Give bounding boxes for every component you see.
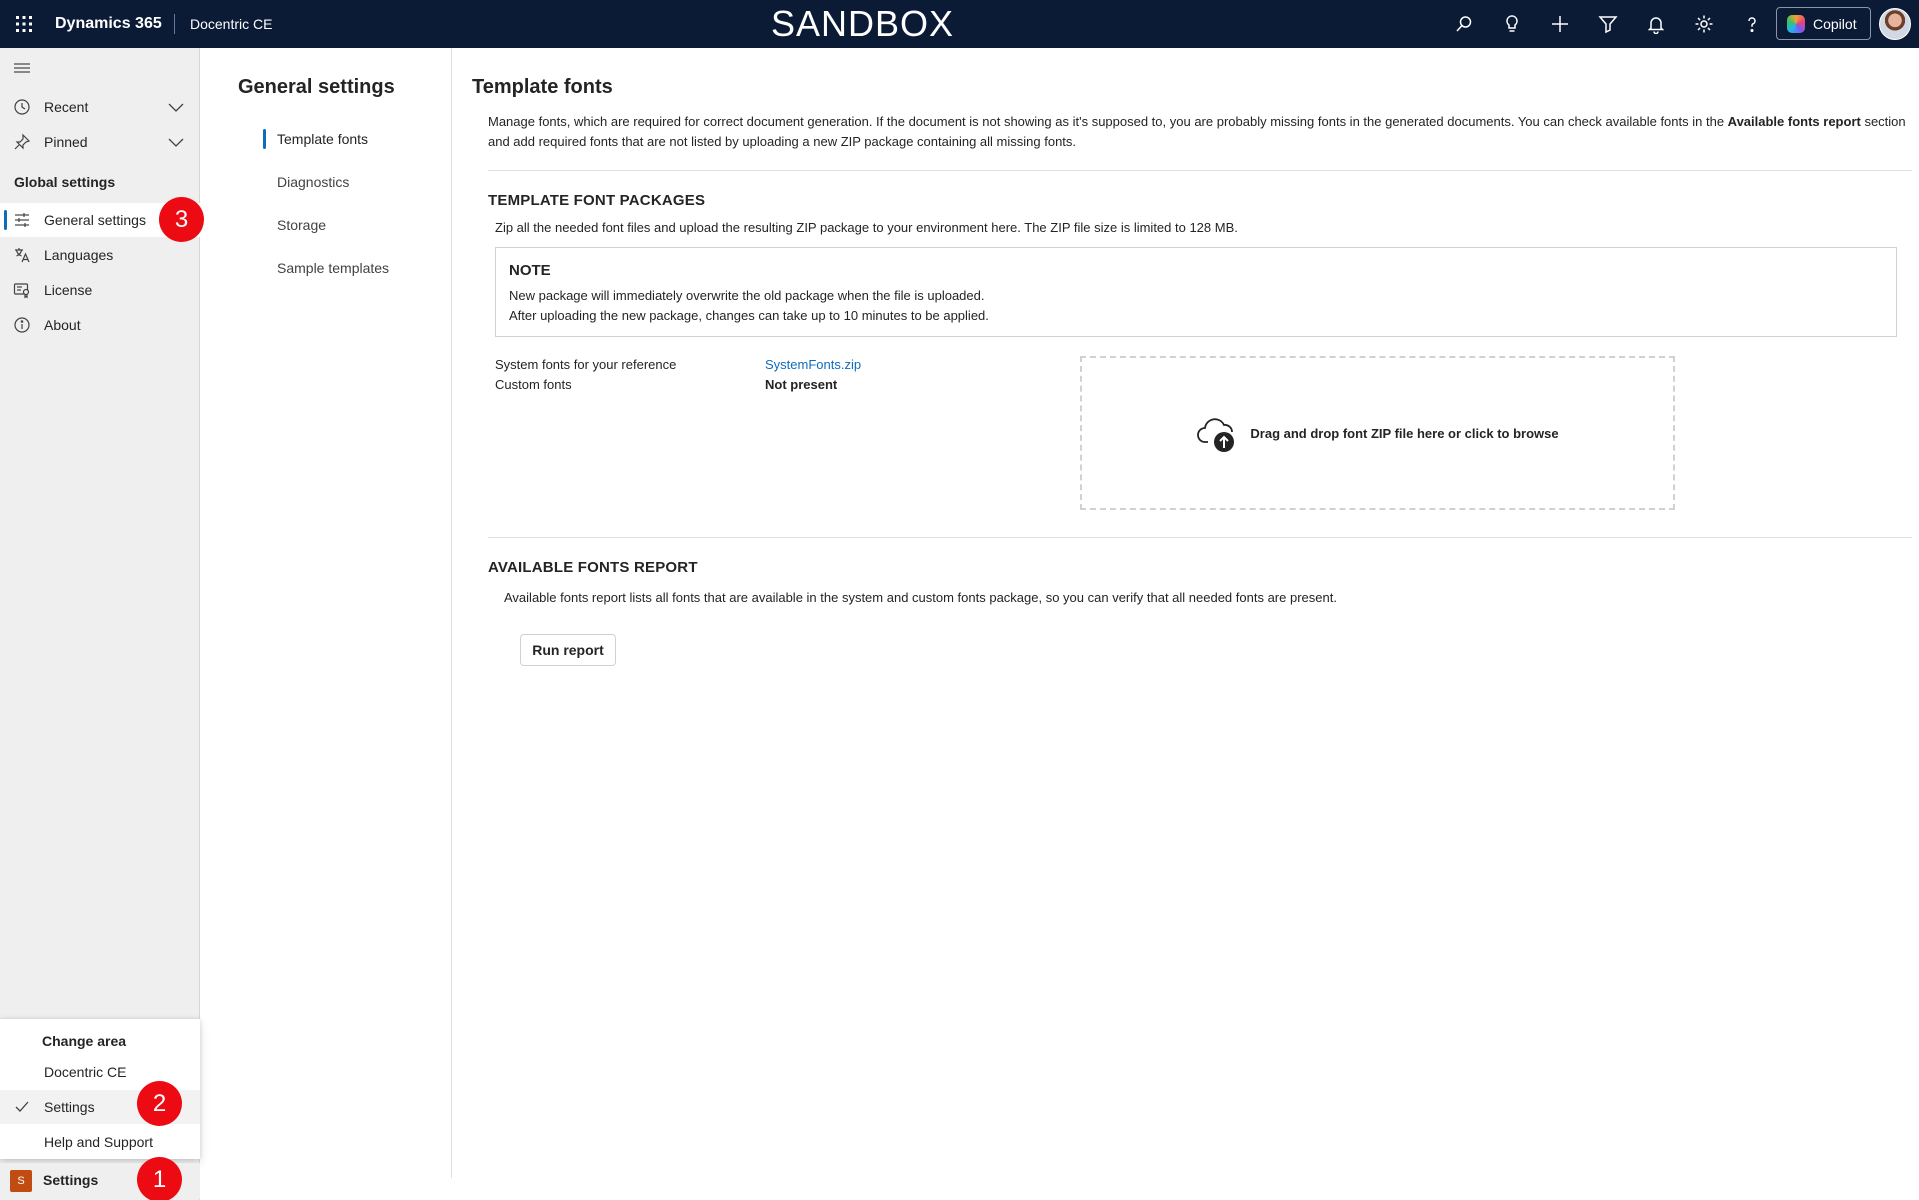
sitemap-recent[interactable]: Recent [0, 90, 200, 124]
font-packages-title: TEMPLATE FONT PACKAGES [488, 192, 706, 209]
area-badge: S [10, 1170, 32, 1192]
topbar-divider [174, 14, 175, 34]
section-divider [488, 170, 1912, 171]
settings-nav-label: Template fonts [277, 131, 369, 147]
system-fonts-link[interactable]: SystemFonts.zip [765, 357, 861, 372]
fonts-report-title: AVAILABLE FONTS REPORT [488, 559, 698, 576]
step-marker-1: 1 [137, 1157, 182, 1200]
sitemap-item-languages[interactable]: Languages [0, 238, 200, 272]
intro-text-bold: Available fonts report [1727, 114, 1861, 129]
system-fonts-label: System fonts for your reference [495, 357, 677, 372]
run-report-button[interactable]: Run report [520, 634, 616, 666]
sitemap-recent-label: Recent [44, 99, 89, 115]
cloud-upload-icon [1196, 412, 1242, 454]
font-packages-description: Zip all the needed font files and upload… [495, 220, 1238, 235]
area-option-label: Settings [44, 1099, 95, 1115]
translate-icon [12, 246, 32, 264]
step-marker-2: 2 [137, 1081, 182, 1126]
sitemap-item-label: Languages [44, 247, 114, 263]
intro-text-part1: Manage fonts, which are required for cor… [488, 114, 1728, 129]
note-line: New package will immediately overwrite t… [509, 288, 985, 303]
copilot-icon [1787, 14, 1805, 33]
clock-icon [12, 98, 32, 116]
area-switcher-label: Settings [43, 1172, 99, 1188]
section-divider [488, 537, 1912, 538]
change-area-title: Change area [42, 1033, 127, 1049]
settings-nav-template-fonts[interactable]: Template fonts [200, 122, 450, 156]
area-option-label: Help and Support [44, 1134, 153, 1150]
gear-icon[interactable] [1692, 12, 1716, 36]
sitemap-pinned-label: Pinned [44, 134, 88, 150]
help-icon[interactable] [1740, 12, 1764, 36]
sitemap-pinned[interactable]: Pinned [0, 125, 200, 159]
note-line: After uploading the new package, changes… [509, 308, 989, 323]
bell-icon[interactable] [1644, 12, 1668, 36]
chevron-down-icon[interactable] [166, 134, 186, 150]
settings-nav-label: Diagnostics [277, 174, 350, 190]
dropzone-text: Drag and drop font ZIP file here or clic… [1250, 425, 1559, 441]
custom-fonts-value: Not present [765, 377, 838, 392]
sliders-icon [12, 211, 32, 229]
filter-icon[interactable] [1596, 12, 1620, 36]
top-bar: Dynamics 365 Docentric CE SANDBOX Copilo… [0, 0, 1919, 48]
note-title: NOTE [509, 262, 551, 279]
settings-nav-label: Sample templates [277, 260, 390, 276]
settings-nav-heading: General settings [238, 76, 395, 98]
sitemap-group-title: Global settings [14, 174, 116, 190]
brand-title[interactable]: Dynamics 365 [55, 0, 162, 48]
settings-nav-storage[interactable]: Storage [200, 208, 450, 242]
sitemap-item-about[interactable]: About [0, 308, 200, 342]
settings-nav-diagnostics[interactable]: Diagnostics [200, 165, 450, 199]
sitemap-item-label: General settings [44, 212, 146, 228]
custom-fonts-label: Custom fonts [495, 377, 572, 392]
page-title: Template fonts [472, 76, 613, 98]
intro-text: Manage fonts, which are required for cor… [488, 112, 1908, 152]
area-option-help-and-support[interactable]: Help and Support [0, 1125, 200, 1159]
settings-nav-label: Storage [277, 217, 327, 233]
sitemap-item-label: License [44, 282, 93, 298]
add-icon[interactable] [1548, 12, 1572, 36]
license-icon [12, 281, 32, 299]
app-launcher-icon[interactable] [12, 12, 36, 36]
fonts-report-description: Available fonts report lists all fonts t… [504, 590, 1337, 605]
pin-icon [12, 133, 32, 151]
copilot-label: Copilot [1813, 15, 1857, 32]
search-icon[interactable] [1452, 12, 1476, 36]
lightbulb-icon[interactable] [1500, 12, 1524, 36]
checkmark-icon [14, 1100, 30, 1114]
settings-nav-sample-templates[interactable]: Sample templates [200, 251, 450, 285]
environment-banner: SANDBOX [770, 3, 955, 44]
app-name[interactable]: Docentric CE [190, 0, 272, 48]
step-marker-3: 3 [159, 197, 204, 242]
font-upload-dropzone[interactable]: Drag and drop font ZIP file here or clic… [1080, 356, 1675, 510]
area-option-label: Docentric CE [44, 1064, 127, 1080]
hamburger-menu-icon[interactable] [12, 60, 32, 81]
settings-navigation: General settings Template fonts Diagnost… [200, 48, 452, 1178]
chevron-down-icon[interactable] [166, 99, 186, 115]
copilot-button[interactable]: Copilot [1776, 7, 1871, 40]
note-box: NOTE New package will immediately overwr… [495, 247, 1897, 337]
info-icon [12, 316, 32, 334]
sitemap-item-label: About [44, 317, 81, 333]
user-avatar[interactable] [1879, 8, 1911, 40]
sitemap-item-license[interactable]: License [0, 273, 200, 307]
